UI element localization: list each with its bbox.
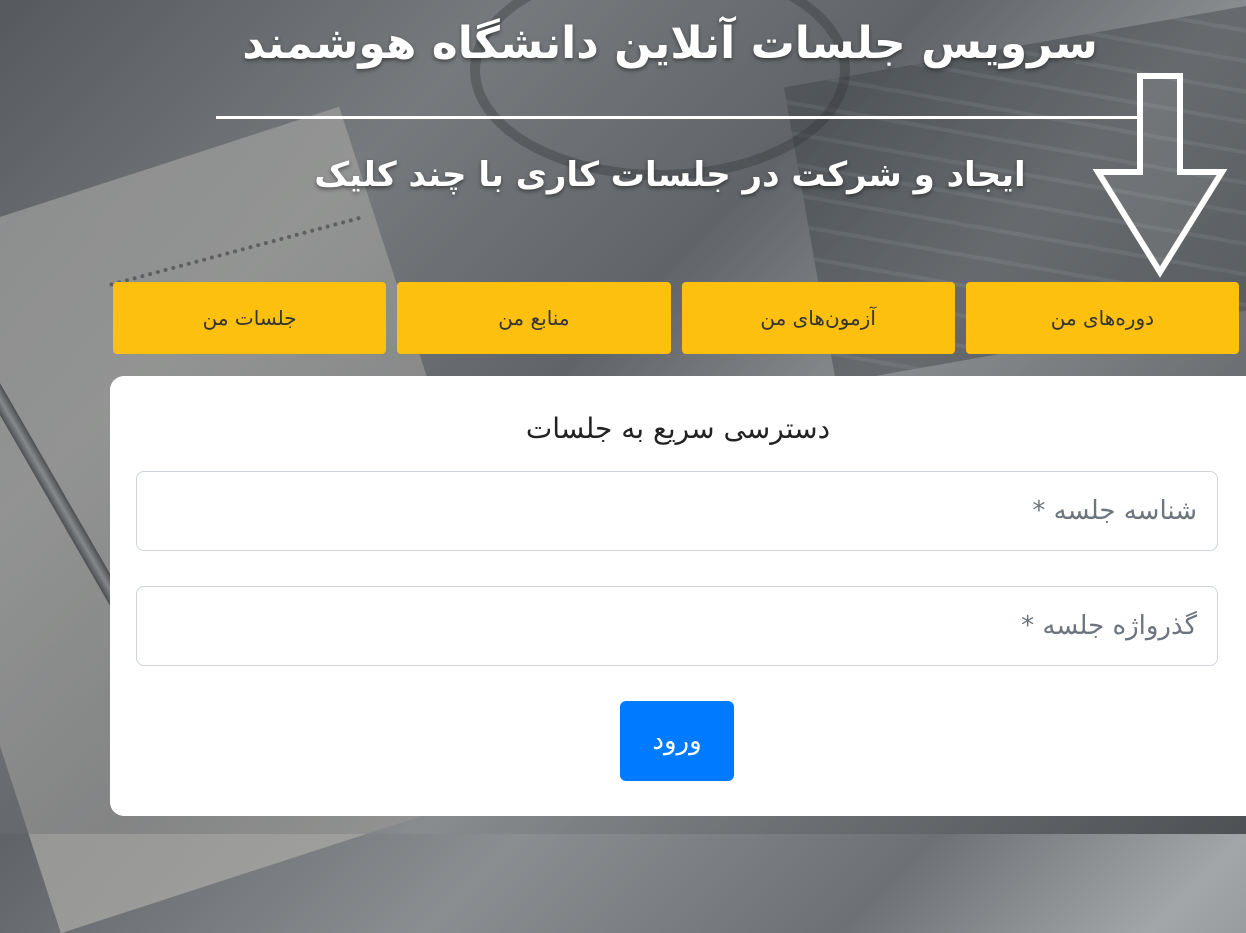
- page-subtitle: ایجاد و شرکت در جلسات کاری با چند کلیک: [314, 155, 1026, 195]
- tab-my-resources[interactable]: منابع من: [397, 282, 671, 354]
- down-arrow-icon: [1092, 73, 1228, 278]
- tab-my-sessions[interactable]: جلسات من: [113, 282, 387, 354]
- title-divider: [216, 116, 1138, 119]
- tab-my-exams[interactable]: آزمون‌های من: [681, 282, 955, 354]
- tab-my-courses[interactable]: دوره‌های من: [965, 282, 1239, 354]
- quick-access-title: دسترسی سریع به جلسات: [525, 412, 831, 445]
- login-button[interactable]: ورود: [620, 701, 734, 781]
- page-title: سرویس جلسات آنلاین دانشگاه هوشمند: [242, 18, 1098, 69]
- session-password-input[interactable]: [136, 586, 1218, 666]
- nav-tabs: دوره‌های من آزمون‌های من منابع من جلسات …: [113, 282, 1239, 354]
- session-id-input[interactable]: [136, 471, 1218, 551]
- quick-access-card: دسترسی سریع به جلسات ورود: [110, 376, 1246, 816]
